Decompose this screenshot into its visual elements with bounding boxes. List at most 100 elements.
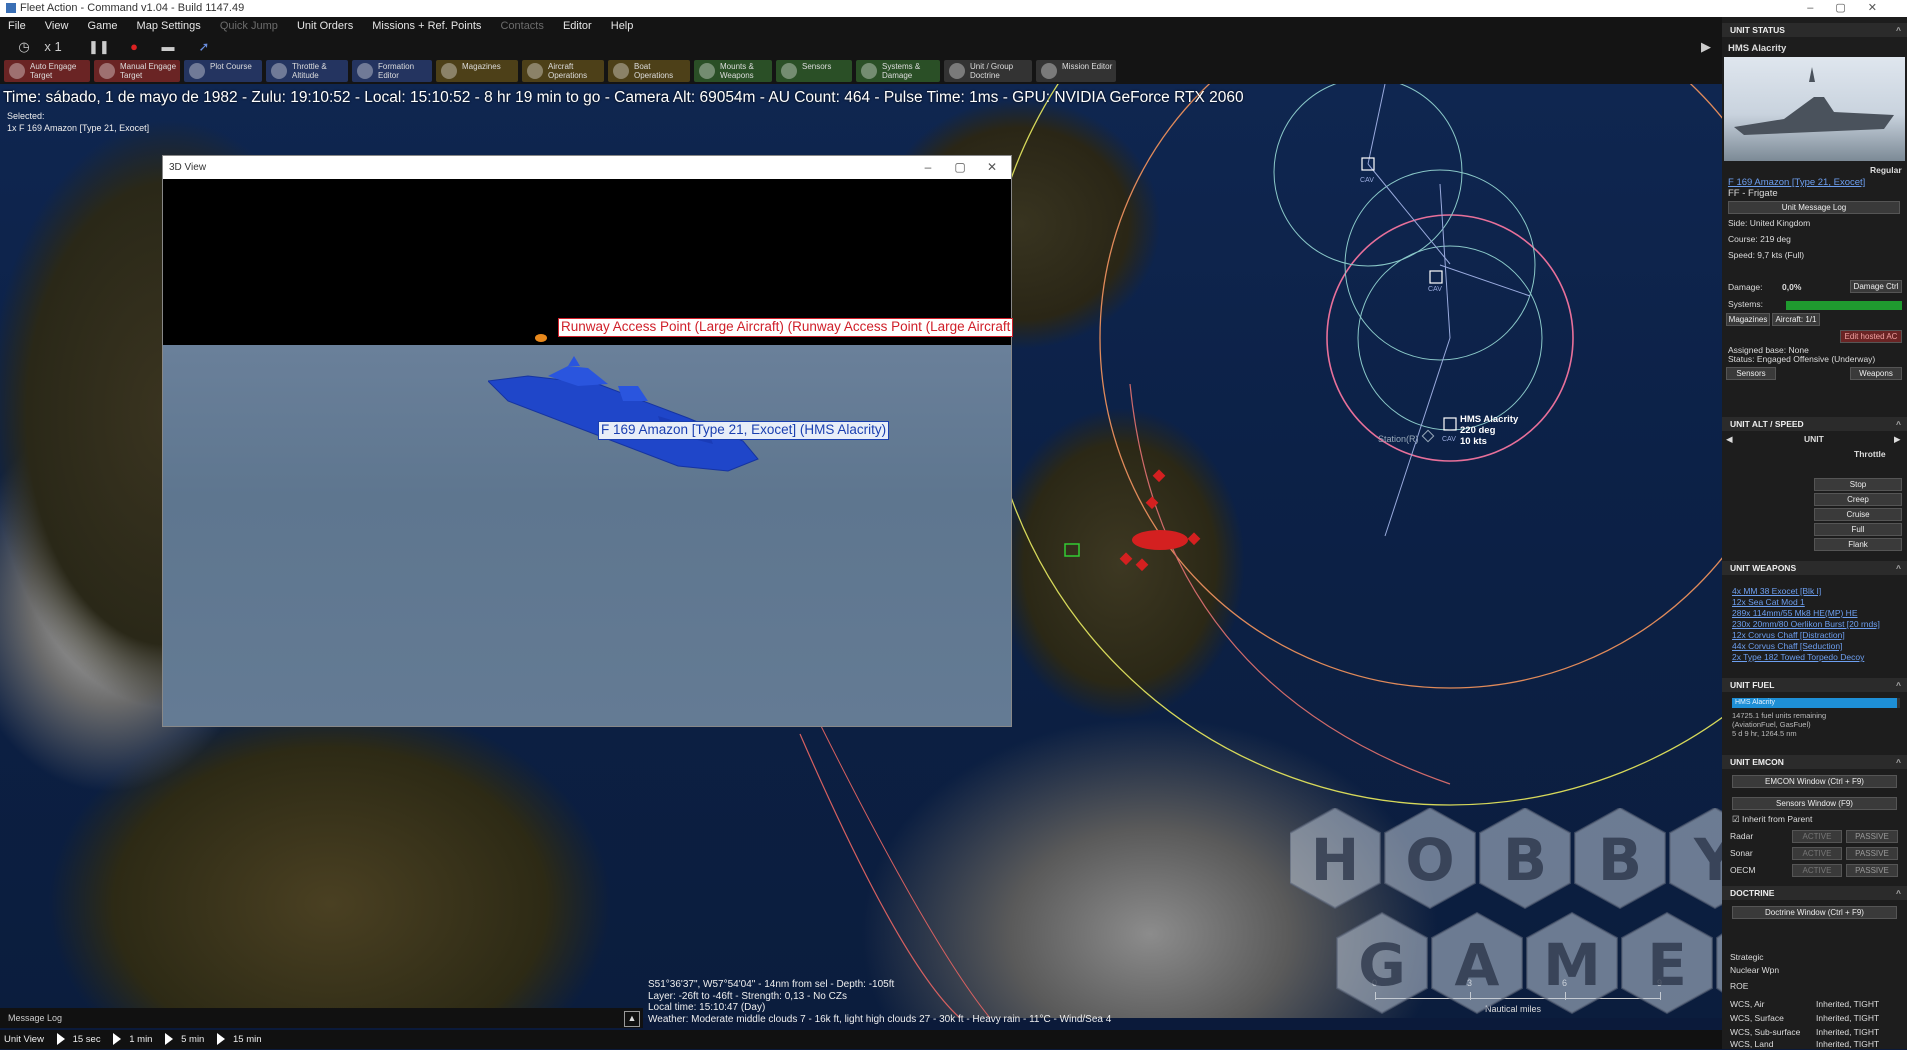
step-15sec[interactable]: 15 sec xyxy=(73,1030,101,1049)
runway-label[interactable]: Runway Access Point (Large Aircraft) (Ru… xyxy=(558,318,1014,337)
collapse-icon[interactable]: ^ xyxy=(1896,678,1901,692)
alt-speed-header[interactable]: UNIT ALT / SPEED ^ xyxy=(1722,417,1907,431)
minimize-icon[interactable]: – xyxy=(913,156,943,179)
formation-editor-button[interactable]: Formation Editor xyxy=(352,60,432,82)
maximize-icon[interactable]: ▢ xyxy=(945,156,975,179)
oecm-active-button[interactable]: ACTIVE xyxy=(1792,864,1842,877)
edit-hosted-ac-button[interactable]: Edit hosted AC xyxy=(1840,330,1902,343)
throttle-full-button[interactable]: Full xyxy=(1814,523,1902,536)
next-arrow-icon[interactable]: ▶ xyxy=(1894,434,1901,445)
menu-quick-jump[interactable]: Quick Jump xyxy=(212,17,286,36)
emcon-header[interactable]: UNIT EMCON ^ xyxy=(1722,755,1907,769)
weapon-item[interactable]: 12x Corvus Chaff [Distraction] xyxy=(1732,630,1845,641)
aircraft-operations-button[interactable]: Aircraft Operations xyxy=(522,60,604,82)
record-icon[interactable]: ● xyxy=(124,38,144,56)
weapon-item[interactable]: 2x Type 182 Towed Torpedo Decoy xyxy=(1732,652,1864,663)
mission-editor-button[interactable]: Mission Editor xyxy=(1036,60,1116,82)
plot-course-button[interactable]: Plot Course xyxy=(184,60,262,82)
unit-tab[interactable]: UNIT xyxy=(1804,434,1824,445)
panel-toggle-icon[interactable]: ▶ xyxy=(1698,38,1714,56)
menu-file[interactable]: File xyxy=(0,17,34,36)
weapon-item[interactable]: 230x 20mm/80 Oerlikon Burst [20 rnds] xyxy=(1732,619,1880,630)
wcs-land-value[interactable]: Inherited, TIGHT xyxy=(1816,1039,1879,1050)
sonar-active-button[interactable]: ACTIVE xyxy=(1792,847,1842,860)
aircraft-button-panel[interactable]: Aircraft: 1/1 xyxy=(1772,313,1820,326)
weapons-button-panel[interactable]: Weapons xyxy=(1850,367,1902,380)
throttle-cruise-button[interactable]: Cruise xyxy=(1814,508,1902,521)
collapse-icon[interactable]: ^ xyxy=(1896,755,1901,769)
play-icon[interactable] xyxy=(165,1033,174,1046)
sensors-window-button[interactable]: Sensors Window (F9) xyxy=(1732,797,1897,810)
throttle-creep-button[interactable]: Creep xyxy=(1814,493,1902,506)
close-icon[interactable]: ✕ xyxy=(977,156,1007,179)
collapse-icon[interactable]: ^ xyxy=(1896,561,1901,575)
sonar-passive-button[interactable]: PASSIVE xyxy=(1846,847,1898,860)
window-controls[interactable]: –▢✕ xyxy=(1807,0,1899,17)
collapse-icon[interactable]: ^ xyxy=(1896,23,1901,37)
wcs-surface-value[interactable]: Inherited, TIGHT xyxy=(1816,1013,1879,1024)
3d-view-window[interactable]: 3D View – ▢ ✕ Runway Access Point (Large… xyxy=(162,155,1014,727)
magazines-button[interactable]: Magazines xyxy=(436,60,518,82)
expand-log-icon[interactable]: ▲ xyxy=(624,1011,640,1027)
sensors-button[interactable]: Sensors xyxy=(776,60,852,82)
radar-active-button[interactable]: ACTIVE xyxy=(1792,830,1842,843)
emcon-window-button[interactable]: EMCON Window (Ctrl + F9) xyxy=(1732,775,1897,788)
doctrine-header[interactable]: DOCTRINE ^ xyxy=(1722,886,1907,900)
fuel-header[interactable]: UNIT FUEL ^ xyxy=(1722,678,1907,692)
step-5min[interactable]: 5 min xyxy=(181,1030,204,1049)
doctrine-window-button[interactable]: Doctrine Window (Ctrl + F9) xyxy=(1732,906,1897,919)
play-icon[interactable] xyxy=(56,1033,65,1046)
menu-view[interactable]: View xyxy=(37,17,77,36)
step-1min[interactable]: 1 min xyxy=(129,1030,152,1049)
time-compression[interactable]: x 1 xyxy=(40,38,66,56)
menu-help[interactable]: Help xyxy=(603,17,642,36)
menu-editor[interactable]: Editor xyxy=(555,17,600,36)
throttle-flank-button[interactable]: Flank xyxy=(1814,538,1902,551)
menu-game[interactable]: Game xyxy=(80,17,126,36)
weapon-item[interactable]: 289x 114mm/55 Mk8 HE(MP) HE xyxy=(1732,608,1858,619)
throttle-stop-button[interactable]: Stop xyxy=(1814,478,1902,491)
menu-map-settings[interactable]: Map Settings xyxy=(129,17,209,36)
pause-icon[interactable]: ❚❚ xyxy=(88,38,110,56)
wcs-air-value[interactable]: Inherited, TIGHT xyxy=(1816,999,1879,1010)
auto-engage-button[interactable]: Auto Engage Target xyxy=(4,60,90,82)
weapons-header[interactable]: UNIT WEAPONS ^ xyxy=(1722,561,1907,575)
message-log-bar[interactable]: Message Log xyxy=(0,1008,643,1028)
radar-passive-button[interactable]: PASSIVE xyxy=(1846,830,1898,843)
step-15min[interactable]: 15 min xyxy=(233,1030,262,1049)
wcs-subsurface-value[interactable]: Inherited, TIGHT xyxy=(1816,1027,1879,1038)
mounts-weapons-button[interactable]: Mounts & Weapons xyxy=(694,60,772,82)
ship-label[interactable]: F 169 Amazon [Type 21, Exocet] (HMS Alac… xyxy=(598,421,890,440)
unit-symbol-cav2[interactable] xyxy=(1429,270,1443,284)
boat-operations-button[interactable]: Boat Operations xyxy=(608,60,690,82)
oecm-passive-button[interactable]: PASSIVE xyxy=(1846,864,1898,877)
weapon-item[interactable]: 44x Corvus Chaff [Seduction] xyxy=(1732,641,1842,652)
menu-contacts[interactable]: Contacts xyxy=(492,17,551,36)
unit-message-log-button[interactable]: Unit Message Log xyxy=(1728,201,1900,214)
play-icon[interactable] xyxy=(216,1033,225,1046)
clock-icon[interactable]: ◷ xyxy=(14,38,34,56)
camera-icon[interactable]: ▬ xyxy=(158,38,178,56)
menu-unit-orders[interactable]: Unit Orders xyxy=(289,17,361,36)
3d-view-titlebar[interactable]: 3D View – ▢ ✕ xyxy=(163,156,1011,179)
inherit-checkbox[interactable]: ☑ Inherit from Parent xyxy=(1732,814,1812,825)
class-link[interactable]: F 169 Amazon [Type 21, Exocet] xyxy=(1728,177,1865,188)
collapse-icon[interactable]: ^ xyxy=(1896,886,1901,900)
play-icon[interactable] xyxy=(113,1033,122,1046)
weapon-item[interactable]: 4x MM 38 Exocet [Blk I] xyxy=(1732,586,1821,597)
collapse-icon[interactable]: ^ xyxy=(1896,417,1901,431)
damage-control-button[interactable]: Damage Ctrl xyxy=(1850,280,1902,293)
weapon-item[interactable]: 12x Sea Cat Mod 1 xyxy=(1732,597,1805,608)
unit-status-header[interactable]: UNIT STATUS ^ xyxy=(1722,23,1907,37)
unit-symbol-hms-alacrity[interactable] xyxy=(1443,417,1457,431)
prev-arrow-icon[interactable]: ◀ xyxy=(1726,434,1733,445)
systems-damage-button[interactable]: Systems & Damage xyxy=(856,60,940,82)
sensors-button-panel[interactable]: Sensors xyxy=(1726,367,1776,380)
magazines-button-panel[interactable]: Magazines xyxy=(1726,313,1770,326)
airbase-symbol[interactable] xyxy=(1064,543,1080,557)
manual-engage-button[interactable]: Manual Engage Target xyxy=(94,60,180,82)
station-marker[interactable] xyxy=(1421,429,1435,443)
cursor-icon[interactable]: ➚ xyxy=(194,38,214,56)
doctrine-button[interactable]: Unit / Group Doctrine xyxy=(944,60,1032,82)
throttle-altitude-button[interactable]: Throttle & Altitude xyxy=(266,60,348,82)
